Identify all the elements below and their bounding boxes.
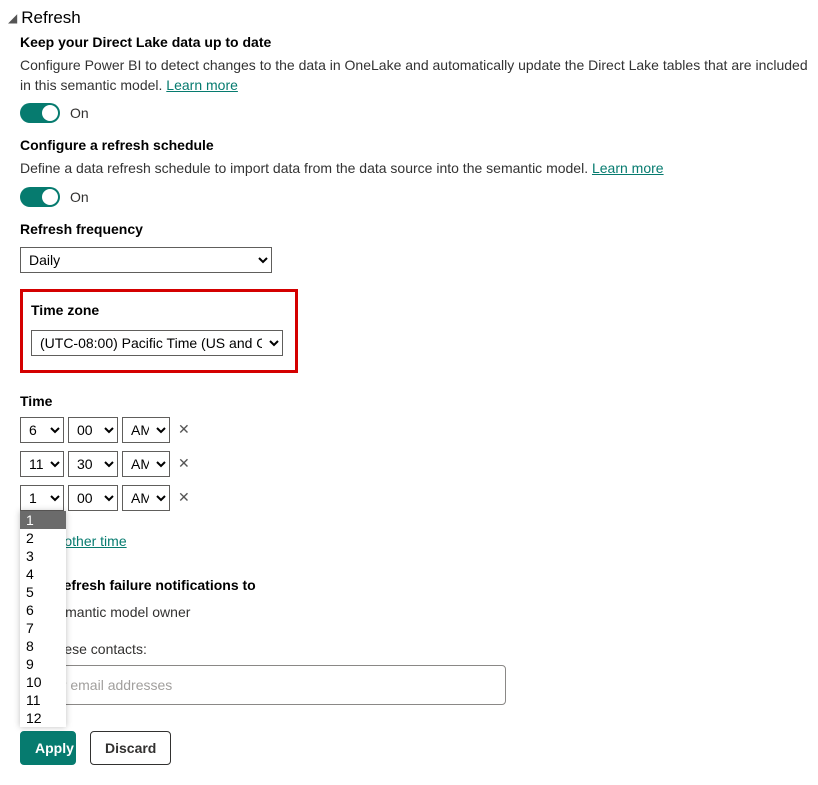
section-title: Refresh: [21, 8, 81, 28]
keep-up-to-date-heading: Keep your Direct Lake data up to date: [20, 34, 818, 50]
timezone-select[interactable]: (UTC-08:00) Pacific Time (US and Canada): [31, 330, 283, 356]
hour-select[interactable]: 11: [20, 451, 64, 477]
schedule-toggle[interactable]: [20, 187, 60, 207]
toggle-knob-icon: [42, 189, 58, 205]
hour-option[interactable]: 8: [20, 637, 66, 655]
time-label: Time: [20, 393, 818, 409]
hour-option[interactable]: 10: [20, 673, 66, 691]
keep-up-to-date-toggle[interactable]: [20, 103, 60, 123]
timezone-highlight-box: Time zone (UTC-08:00) Pacific Time (US a…: [20, 289, 298, 373]
hour-option[interactable]: 4: [20, 565, 66, 583]
timezone-label: Time zone: [31, 302, 287, 318]
minute-select[interactable]: 30: [68, 451, 118, 477]
time-row: 1 00 AM ✕ 123456789101112: [20, 485, 818, 511]
frequency-select[interactable]: Daily: [20, 247, 272, 273]
schedule-heading: Configure a refresh schedule: [20, 137, 818, 153]
remove-time-icon[interactable]: ✕: [178, 421, 190, 438]
hour-option[interactable]: 3: [20, 547, 66, 565]
remove-time-icon[interactable]: ✕: [178, 455, 190, 472]
hour-select[interactable]: 6: [20, 417, 64, 443]
remove-time-icon[interactable]: ✕: [178, 489, 190, 506]
hour-option[interactable]: 2: [20, 529, 66, 547]
time-row: 6 00 AM ✕: [20, 417, 818, 443]
contacts-checkbox-row[interactable]: These contacts:: [20, 631, 818, 665]
hour-option[interactable]: 9: [20, 655, 66, 673]
hour-option[interactable]: 11: [20, 691, 66, 709]
schedule-toggle-label: On: [70, 189, 89, 205]
apply-button[interactable]: Apply: [20, 731, 76, 765]
ampm-select[interactable]: AM: [122, 417, 170, 443]
toggle-knob-icon: [42, 105, 58, 121]
hour-option[interactable]: 1: [20, 511, 66, 529]
owner-checkbox-label: Semantic model owner: [48, 604, 190, 620]
discard-button[interactable]: Discard: [90, 731, 171, 765]
keep-up-to-date-desc: Configure Power BI to detect changes to …: [20, 56, 818, 95]
ampm-select[interactable]: AM: [122, 485, 170, 511]
contacts-input[interactable]: [20, 665, 506, 705]
owner-checkbox-row[interactable]: ✓ Semantic model owner: [20, 603, 818, 621]
learn-more-link[interactable]: Learn more: [166, 77, 238, 93]
hour-dropdown-list[interactable]: 123456789101112: [20, 511, 66, 727]
hour-select[interactable]: 1: [20, 485, 64, 511]
frequency-label: Refresh frequency: [20, 221, 818, 237]
hour-option[interactable]: 12: [20, 709, 66, 727]
keep-up-to-date-toggle-label: On: [70, 105, 89, 121]
minute-select[interactable]: 00: [68, 485, 118, 511]
section-header[interactable]: ◢ Refresh: [8, 8, 818, 28]
notifications-heading: Send refresh failure notifications to: [20, 577, 818, 593]
hour-option[interactable]: 7: [20, 619, 66, 637]
hour-option[interactable]: 6: [20, 601, 66, 619]
learn-more-link-schedule[interactable]: Learn more: [592, 160, 664, 176]
minute-select[interactable]: 00: [68, 417, 118, 443]
hour-option[interactable]: 5: [20, 583, 66, 601]
ampm-select[interactable]: AM: [122, 451, 170, 477]
time-row: 11 30 AM ✕: [20, 451, 818, 477]
schedule-desc: Define a data refresh schedule to import…: [20, 159, 818, 179]
collapse-triangle-icon: ◢: [8, 11, 17, 25]
